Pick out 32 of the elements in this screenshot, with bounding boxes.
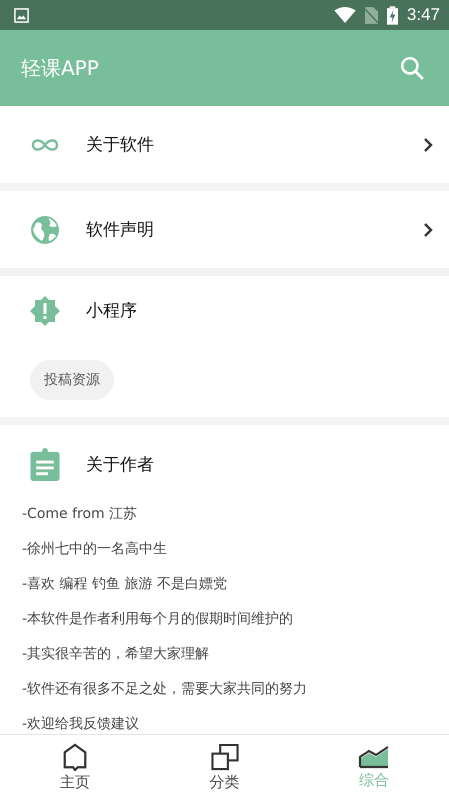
author-note: -其实很辛苦的，希望大家理解 <box>22 645 210 664</box>
author-note: -Come from 江苏 <box>22 505 138 524</box>
section-title: 软件声明 <box>86 219 155 241</box>
author-note: -喜欢 编程 钓鱼 旅游 不是白嫖党 <box>22 575 228 594</box>
clock: 3:47 <box>406 5 440 25</box>
home-icon <box>62 743 88 771</box>
chart-icon <box>358 745 390 769</box>
section-title: 关于软件 <box>86 134 155 156</box>
image-icon <box>14 8 29 22</box>
menu-row[interactable]: 关于软件 <box>0 106 449 183</box>
chevron-right-icon <box>423 136 433 152</box>
alert-badge-icon <box>29 294 61 326</box>
chip[interactable]: 投稿资源 <box>30 360 114 400</box>
squares-icon <box>210 744 240 770</box>
wifi-icon <box>334 7 356 23</box>
nav-tab[interactable]: 主页 <box>0 735 150 800</box>
section-title: 小程序 <box>86 300 138 322</box>
author-note: -欢迎给我反馈建议 <box>22 715 140 734</box>
search-icon[interactable] <box>399 55 425 81</box>
section-title: 关于作者 <box>86 454 155 476</box>
app-title: 轻课APP <box>21 54 99 82</box>
author-note: -徐州七中的一名高中生 <box>22 540 168 559</box>
menu-row[interactable]: 软件声明 <box>0 191 449 268</box>
author-note: -软件还有很多不足之处，需要大家共同的努力 <box>22 680 308 699</box>
chevron-right-icon <box>423 222 433 238</box>
no-sim-icon <box>364 6 378 24</box>
clipboard-icon <box>29 448 61 480</box>
battery-icon <box>386 6 398 24</box>
infinity-icon <box>29 138 61 152</box>
author-note: -本软件是作者利用每个月的假期时间维护的 <box>22 610 294 629</box>
globe-icon <box>29 214 61 244</box>
nav-tab[interactable]: 分类 <box>150 735 300 800</box>
